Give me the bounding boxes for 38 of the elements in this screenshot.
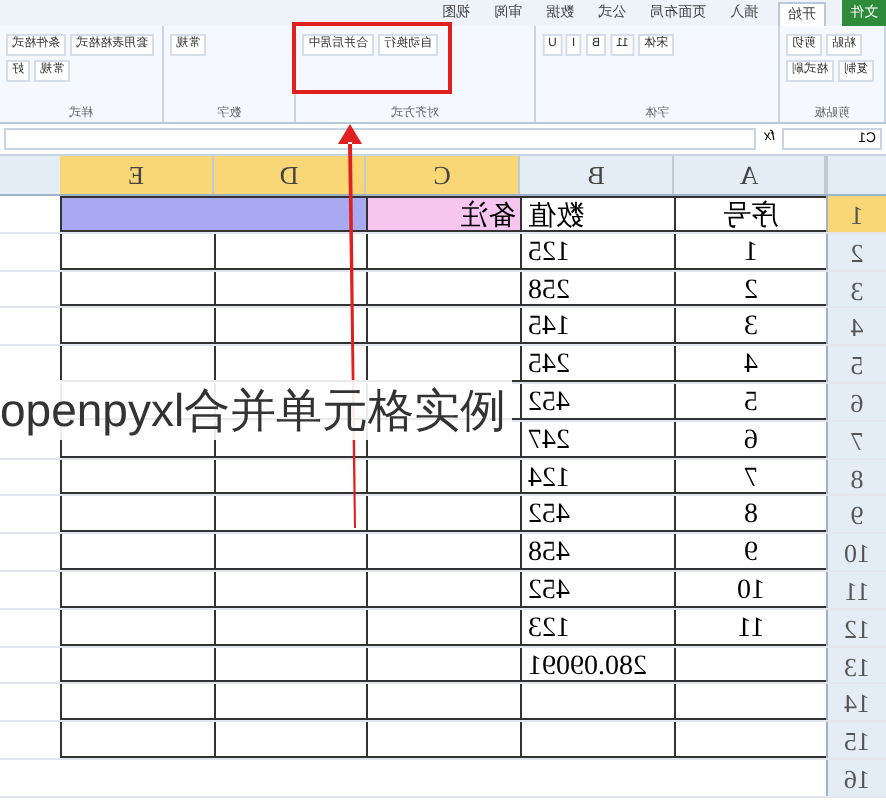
column-header[interactable]: D	[214, 156, 366, 194]
table-cell: 145	[520, 308, 674, 345]
table-cell: 123	[520, 609, 674, 646]
row-header[interactable]: 10	[826, 534, 886, 570]
row-header[interactable]: 4	[826, 308, 886, 345]
row-header[interactable]: 12	[826, 609, 886, 646]
row-header[interactable]: 16	[826, 759, 886, 796]
row-header[interactable]: 15	[826, 722, 886, 758]
table-cell: 124	[520, 459, 674, 495]
row-header[interactable]: 11	[826, 571, 886, 608]
table-cell: 备注	[366, 196, 520, 232]
caption: openpyxl合并单元格实例	[0, 380, 512, 440]
row-header[interactable]: 8	[826, 459, 886, 495]
table-cell: 452	[520, 496, 674, 533]
column-header[interactable]: E	[60, 156, 214, 194]
row-header[interactable]: 2	[826, 233, 886, 270]
table-cell: 458	[520, 534, 674, 570]
table-cell: 数值	[520, 196, 674, 232]
table-cell: 247	[520, 421, 674, 458]
table-cell: 245	[520, 346, 674, 382]
row-header[interactable]: 5	[826, 346, 886, 382]
table-cell: 452	[520, 571, 674, 608]
table-cell: 125	[520, 233, 674, 270]
table-cell: 序号	[674, 196, 826, 232]
formula-field[interactable]	[4, 128, 756, 150]
table-cell: 258	[520, 271, 674, 307]
row-header[interactable]: 3	[826, 271, 886, 307]
row-header[interactable]: 6	[826, 383, 886, 420]
row-header[interactable]: 14	[826, 684, 886, 721]
row-header[interactable]: 9	[826, 496, 886, 533]
table-cell: 452	[520, 383, 674, 420]
row-header[interactable]: 7	[826, 421, 886, 458]
column-header[interactable]: C	[366, 156, 520, 194]
row-header[interactable]: 1	[826, 196, 886, 232]
table-cell: 280.09091	[520, 647, 674, 683]
row-header[interactable]: 13	[826, 647, 886, 683]
column-header[interactable]: B	[520, 156, 674, 194]
column-header[interactable]: A	[674, 156, 826, 194]
